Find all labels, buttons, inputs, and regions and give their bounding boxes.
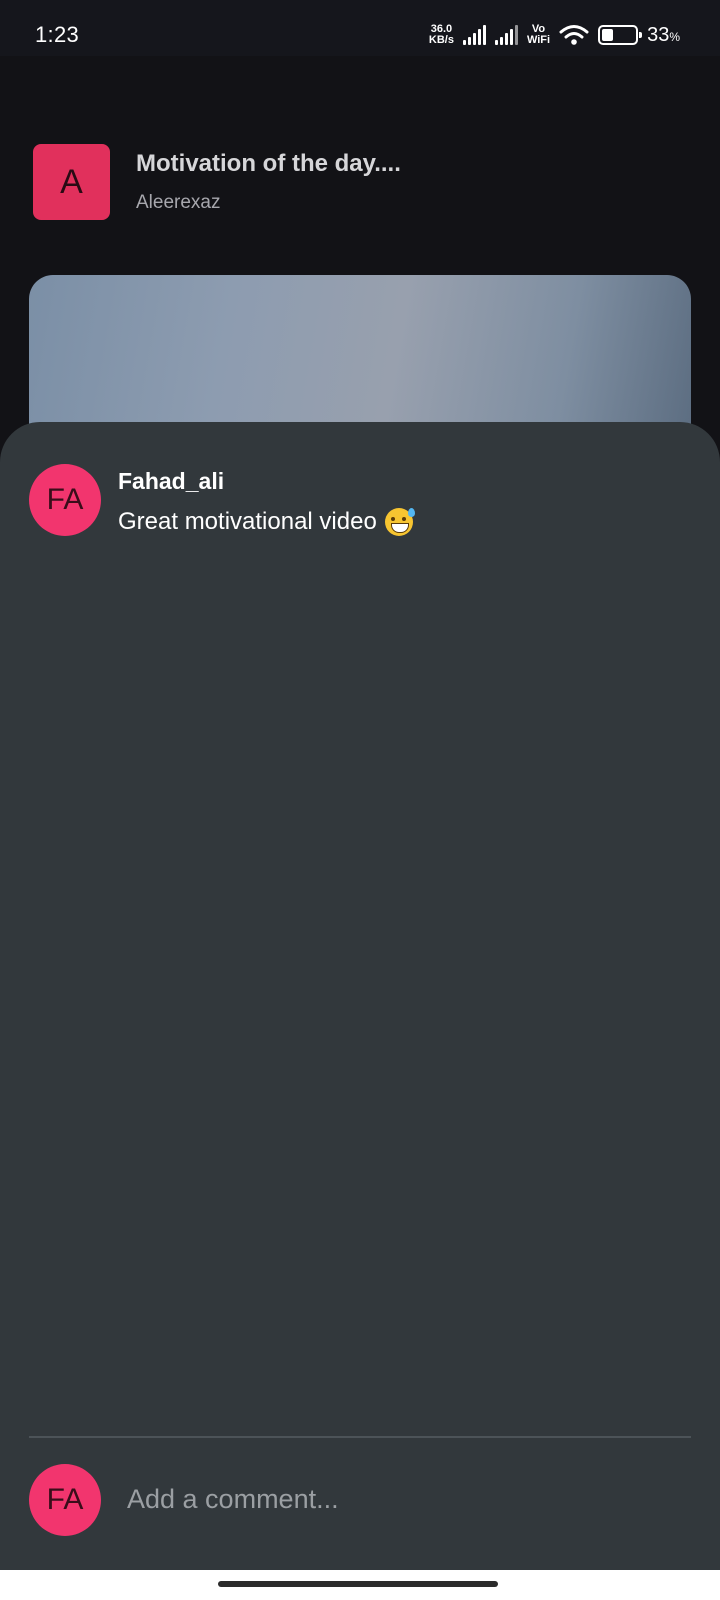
post-title: Motivation of the day.... bbox=[136, 150, 401, 177]
battery-percent: 33% bbox=[647, 23, 680, 46]
status-icons: 36.0 KB/s Vo WiFi 33% bbox=[429, 20, 680, 50]
network-speed: 36.0 KB/s bbox=[429, 24, 454, 46]
vowifi-indicator: Vo WiFi bbox=[527, 24, 550, 46]
comment-text-row: Great motivational video bbox=[118, 508, 415, 536]
comment-input[interactable] bbox=[125, 1470, 685, 1528]
comment-avatar[interactable]: FA bbox=[29, 464, 101, 536]
signal-icon-2 bbox=[494, 25, 518, 45]
comment-composer: FA bbox=[29, 1462, 691, 1538]
wifi-label: WiFi bbox=[526, 34, 551, 46]
network-speed-unit: KB/s bbox=[428, 34, 454, 46]
comments-sheet: FA Fahad_ali Great motivational video FA bbox=[0, 422, 720, 1570]
comment-username[interactable]: Fahad_ali bbox=[118, 468, 224, 495]
status-time: 1:23 bbox=[35, 22, 80, 47]
post-media-preview[interactable] bbox=[29, 275, 691, 445]
system-nav-bar bbox=[0, 1570, 720, 1600]
home-indicator[interactable] bbox=[218, 1581, 498, 1587]
signal-icon bbox=[462, 25, 486, 45]
comment-item: FA Fahad_ali Great motivational video bbox=[29, 462, 669, 542]
post-header: A Motivation of the day.... Aleerexaz bbox=[33, 144, 673, 220]
post-author-avatar[interactable]: A bbox=[33, 144, 110, 220]
battery-icon bbox=[598, 25, 643, 45]
status-bar: 1:23 36.0 KB/s Vo WiFi 33% bbox=[0, 0, 720, 56]
comment-text: Great motivational video bbox=[118, 508, 377, 535]
wifi-icon bbox=[559, 25, 589, 45]
battery-unit: % bbox=[669, 29, 680, 44]
composer-avatar: FA bbox=[29, 1464, 101, 1536]
post-author-name[interactable]: Aleerexaz bbox=[136, 192, 221, 214]
composer-divider bbox=[29, 1436, 691, 1438]
grinning-face-with-sweat-icon bbox=[384, 508, 415, 536]
